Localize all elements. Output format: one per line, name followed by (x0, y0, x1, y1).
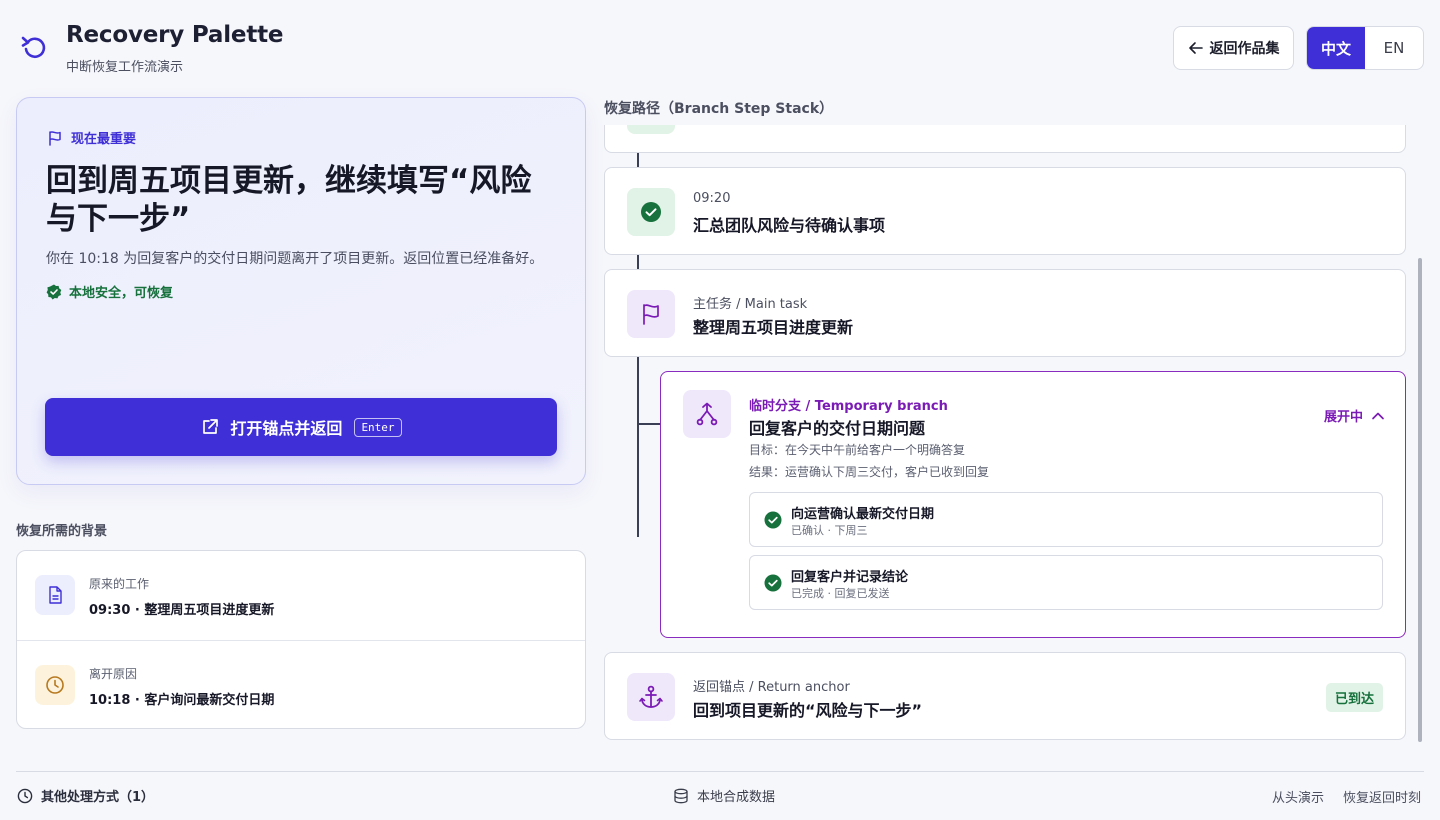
git-branch-icon (683, 390, 731, 438)
branch-title: 回复客户的交付日期问题 (749, 419, 926, 438)
document-icon (35, 575, 75, 615)
substep-status: 已确认 · 下周三 (791, 524, 868, 537)
lang-option-zh[interactable]: 中文 (1307, 27, 1365, 69)
substep-title: 回复客户并记录结论 (791, 570, 909, 585)
check-circle-icon (764, 574, 782, 592)
replay-demo-link[interactable]: 从头演示 (1272, 787, 1324, 806)
arrived-badge: 已到达 (1325, 683, 1383, 712)
return-anchor-card[interactable]: 返回锚点 / Return anchor 回到项目更新的“风险与下一步” 已到达 (604, 652, 1406, 740)
open-anchor-label: 打开锚点并返回 (230, 419, 343, 438)
priority-description: 你在 10:18 为回复客户的交付日期问题离开了项目更新。返回位置已经准备好。 (46, 251, 544, 267)
language-switch: 中文 EN (1306, 26, 1424, 70)
priority-tag: 现在最重要 (47, 128, 136, 147)
chevron-up-icon (1372, 412, 1384, 419)
other-methods-button[interactable]: 其他处理方式（1） (17, 786, 154, 805)
context-key: 原来的工作 (89, 577, 150, 591)
context-item-leave-reason: 离开原因 10:18 · 客户询问最新交付日期 (17, 640, 585, 728)
branch-substep[interactable]: 向运营确认最新交付日期 已确认 · 下周三 (749, 492, 1383, 547)
anchor-title: 回到项目更新的“风险与下一步” (693, 701, 923, 720)
context-value: 09:30 · 整理周五项目进度更新 (89, 603, 275, 618)
safe-status-label: 本地安全，可恢复 (69, 286, 174, 301)
back-to-portfolio-label: 返回作品集 (1209, 41, 1280, 57)
anchor-icon (627, 673, 675, 721)
back-to-portfolio-button[interactable]: 返回作品集 (1173, 26, 1294, 70)
check-circle-icon (764, 511, 782, 529)
data-source-label: 本地合成数据 (697, 790, 776, 805)
restore-return-moment-link[interactable]: 恢复返回时刻 (1343, 787, 1421, 806)
clock-icon (35, 665, 75, 705)
app-subtitle: 中断恢复工作流演示 (66, 60, 184, 75)
context-section-label: 恢复所需的背景 (16, 524, 108, 539)
branch-state-label: 展开中 (1323, 410, 1363, 425)
undo-logo-icon (21, 36, 46, 59)
data-source-note: 本地合成数据 (673, 786, 775, 805)
external-link-icon (203, 419, 219, 434)
context-value: 10:18 · 客户询问最新交付日期 (89, 693, 275, 708)
timeline-rail (637, 356, 639, 537)
priority-tag-label: 现在最重要 (71, 132, 137, 147)
step-card-previous[interactable] (604, 125, 1406, 153)
history-icon (17, 788, 33, 803)
shield-check-icon (46, 284, 62, 299)
lang-option-en[interactable]: EN (1365, 27, 1423, 69)
recovery-path-stack[interactable]: 09:20 汇总团队风险与待确认事项 主任务 / Main task 整理周五项… (604, 125, 1420, 745)
branch-goal: 目标：在今天中午前给客户一个明确答复 (749, 443, 966, 457)
anchor-kind: 返回锚点 / Return anchor (693, 680, 850, 695)
flag-icon (49, 130, 61, 146)
branch-substep[interactable]: 回复客户并记录结论 已完成 · 回复已发送 (749, 555, 1383, 610)
enter-shortcut-hint: Enter (354, 417, 402, 437)
arrow-left-icon (1188, 42, 1203, 54)
step-card-done[interactable]: 09:20 汇总团队风险与待确认事项 (604, 167, 1406, 255)
check-circle-icon (627, 188, 675, 236)
branch-collapse-toggle[interactable]: 展开中 (1324, 406, 1385, 425)
safe-status: 本地安全，可恢复 (46, 282, 173, 301)
branch-result: 结果：运营确认下周三交付，客户已收到回复 (749, 465, 990, 479)
app-header: Recovery Palette 中断恢复工作流演示 返回作品集 中文 EN (0, 0, 1440, 90)
timeline-rail (637, 254, 639, 270)
open-anchor-button[interactable]: 打开锚点并返回 Enter (45, 398, 557, 456)
other-methods-label: 其他处理方式（1） (41, 790, 155, 805)
step-title: 汇总团队风险与待确认事项 (693, 216, 886, 235)
substep-title: 向运营确认最新交付日期 (791, 507, 935, 522)
timeline-scrollbar[interactable] (1418, 258, 1422, 742)
main-task-kind: 主任务 / Main task (693, 297, 808, 312)
priority-title: 回到周五项目更新，继续填写“风险与下一步” (46, 163, 532, 237)
database-icon (674, 788, 688, 803)
footer-divider (16, 771, 1424, 772)
context-list: 原来的工作 09:30 · 整理周五项目进度更新 离开原因 10:18 · 客户… (16, 550, 586, 729)
main-task-card[interactable]: 主任务 / Main task 整理周五项目进度更新 (604, 269, 1406, 357)
check-circle-icon (627, 125, 675, 134)
app-title: Recovery Palette (66, 22, 284, 48)
recovery-path-label: 恢复路径（Branch Step Stack） (604, 101, 834, 117)
timeline-rail (637, 153, 639, 167)
flag-icon (627, 290, 675, 338)
temporary-branch-card[interactable]: 临时分支 / Temporary branch 回复客户的交付日期问题 目标：在… (660, 371, 1406, 638)
branch-connector (638, 423, 660, 425)
step-time: 09:20 (693, 191, 731, 206)
context-item-original-work: 原来的工作 09:30 · 整理周五项目进度更新 (17, 551, 585, 640)
main-task-title: 整理周五项目进度更新 (693, 318, 854, 337)
context-key: 离开原因 (89, 667, 138, 681)
substep-status: 已完成 · 回复已发送 (791, 587, 890, 600)
priority-card: 现在最重要 回到周五项目更新，继续填写“风险与下一步” 你在 10:18 为回复… (16, 97, 586, 485)
branch-kind: 临时分支 / Temporary branch (749, 399, 948, 414)
